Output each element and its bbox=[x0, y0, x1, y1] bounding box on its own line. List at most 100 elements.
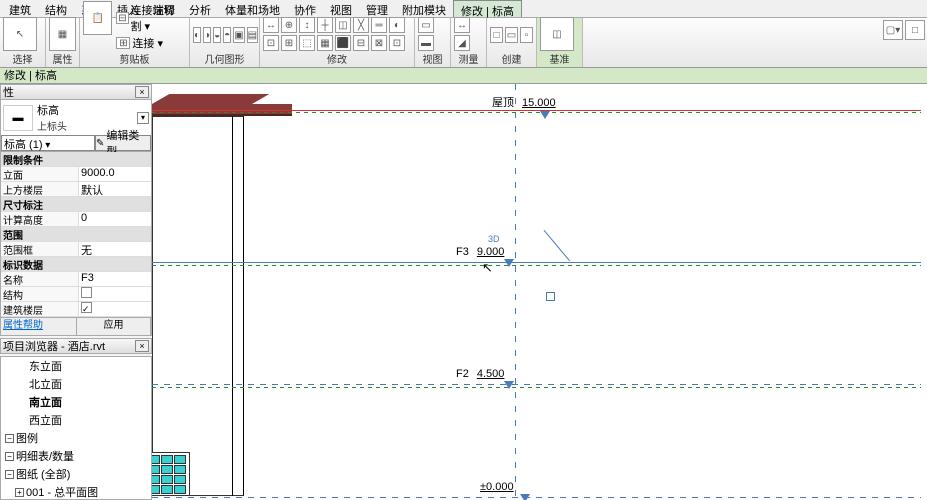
project-browser-header[interactable]: 项目浏览器 - 酒店.rvt × bbox=[0, 338, 152, 354]
ribbon-tool[interactable]: ╳ bbox=[353, 17, 369, 33]
ribbon-tool[interactable]: ⊟ bbox=[353, 35, 369, 51]
level-line[interactable] bbox=[152, 497, 921, 498]
ribbon-tool[interactable]: ◑ bbox=[203, 27, 211, 43]
ribbon-tool[interactable]: ↕ bbox=[299, 17, 315, 33]
ribbon-tool[interactable]: ⬚ bbox=[299, 35, 315, 51]
prop-value[interactable]: F3 bbox=[81, 272, 94, 284]
ribbon-group-label: 视图 bbox=[418, 51, 447, 66]
roof-slope[interactable] bbox=[152, 94, 269, 104]
ribbon-tool[interactable]: ⊡ bbox=[389, 35, 405, 51]
prop-key: 立面 bbox=[1, 167, 79, 181]
checkbox[interactable] bbox=[81, 302, 92, 313]
prop-value[interactable]: 0 bbox=[81, 212, 87, 224]
prop-value[interactable]: 无 bbox=[81, 245, 92, 256]
level-head[interactable]: ±0.000 bbox=[472, 481, 530, 500]
expand-icon[interactable]: + bbox=[15, 488, 24, 497]
wall-element[interactable] bbox=[152, 116, 244, 496]
ribbon: ↖ 选择 ▦ 属性 📋 ✂剪切 ▾ ⊟连接端切割 ▾ ⊞连接 ▾ 剪贴板 ◐◑◒… bbox=[0, 18, 927, 68]
level-name[interactable]: F3 bbox=[456, 246, 469, 258]
ribbon-tool[interactable]: ▭ bbox=[505, 27, 518, 43]
menu-item[interactable]: 视图 bbox=[323, 0, 359, 17]
level-marker-icon bbox=[520, 494, 530, 500]
ribbon-tool[interactable]: ▫ bbox=[520, 27, 533, 43]
menu-item[interactable]: 结构 bbox=[38, 0, 74, 17]
ribbon-tool[interactable]: ◓ bbox=[223, 27, 231, 43]
menu-item[interactable]: 建筑 bbox=[2, 0, 38, 17]
ribbon-tool[interactable]: ◒ bbox=[213, 27, 221, 43]
menu-item[interactable]: 附加模块 bbox=[395, 0, 453, 17]
level-name[interactable]: F2 bbox=[456, 368, 469, 380]
tree-item[interactable]: 北立面 bbox=[1, 375, 151, 393]
ribbon-tool[interactable]: ▦ bbox=[317, 35, 333, 51]
ribbon-tool[interactable]: □ bbox=[490, 27, 503, 43]
ribbon-tool[interactable]: ⬛ bbox=[335, 35, 351, 51]
ribbon-help-button[interactable]: □ bbox=[905, 20, 925, 40]
ribbon-tool[interactable]: ↔ bbox=[263, 17, 279, 33]
ribbon-tool[interactable]: ⊡ bbox=[263, 35, 279, 51]
level-head[interactable]: F2 4.500 bbox=[456, 368, 514, 392]
expand-icon[interactable]: − bbox=[5, 470, 14, 479]
ribbon-tool[interactable]: ◢ bbox=[454, 35, 470, 51]
prop-value[interactable]: 默认 bbox=[81, 185, 103, 196]
drawing-canvas[interactable]: 屋顶 15.000 F3 9.000 3D ↖ F2 4.500 ±0.000 bbox=[152, 84, 927, 500]
ribbon-tool[interactable]: ┼ bbox=[317, 17, 333, 33]
level-head[interactable]: 屋顶 15.000 bbox=[492, 94, 556, 122]
menu-item[interactable]: 体量和场地 bbox=[218, 0, 287, 17]
properties-help-link[interactable]: 属性帮助 bbox=[1, 318, 77, 335]
menu-item[interactable]: 分析 bbox=[182, 0, 218, 17]
ribbon-tool[interactable]: ▬ bbox=[418, 35, 434, 51]
ribbon-tool[interactable]: ⊞ bbox=[281, 35, 297, 51]
chevron-down-icon[interactable]: ▾ bbox=[137, 112, 149, 124]
cut-button[interactable]: ✂剪切 ▾ bbox=[114, 0, 186, 1]
ribbon-collapse-button[interactable]: ▢▾ bbox=[883, 20, 903, 40]
ribbon-tool[interactable]: ▭ bbox=[418, 17, 434, 33]
tree-item[interactable]: −图例 bbox=[1, 429, 151, 447]
project-browser-tree[interactable]: 东立面北立面南立面西立面−图例−明细表/数量−图纸 (全部)+001 - 总平面… bbox=[0, 356, 152, 500]
select-tool[interactable]: ↖ bbox=[3, 17, 37, 51]
left-panels: 性 × ▬ 标高 上标头 ▾ 标高 (1) ▾ ✎ 编辑类型 限制条件立面900… bbox=[0, 84, 152, 500]
menu-item[interactable]: 协作 bbox=[287, 0, 323, 17]
tree-item[interactable]: 西立面 bbox=[1, 411, 151, 429]
expand-icon[interactable]: − bbox=[5, 452, 14, 461]
ribbon-tool[interactable]: ⊠ bbox=[371, 35, 387, 51]
level-name[interactable]: 屋顶 bbox=[492, 97, 514, 109]
ribbon-tool[interactable]: ↔ bbox=[454, 17, 470, 33]
close-icon[interactable]: × bbox=[135, 86, 149, 98]
cursor-icon: ↖ bbox=[482, 260, 493, 276]
ribbon-tool[interactable]: ⊕ bbox=[281, 17, 297, 33]
level-line[interactable] bbox=[152, 384, 921, 385]
level-elevation[interactable]: 4.500 bbox=[477, 368, 505, 380]
apply-button[interactable]: 应用 bbox=[77, 318, 151, 335]
level-elevation[interactable]: 15.000 bbox=[522, 97, 556, 109]
ribbon-tool[interactable]: ◐ bbox=[389, 17, 405, 33]
tree-item[interactable]: 南立面 bbox=[1, 393, 151, 411]
ribbon-tool[interactable]: ▣ bbox=[233, 27, 244, 43]
close-icon[interactable]: × bbox=[135, 340, 149, 352]
menu-item[interactable]: 修改 | 标高 bbox=[453, 0, 522, 17]
ribbon-tool[interactable]: ▤ bbox=[247, 27, 258, 43]
propagate-extents-button[interactable]: ◫ bbox=[540, 17, 574, 51]
ribbon-tool[interactable]: ═ bbox=[371, 17, 387, 33]
drag-handle[interactable] bbox=[546, 292, 555, 301]
tree-item[interactable]: 东立面 bbox=[1, 357, 151, 375]
paste-button[interactable]: 📋 bbox=[83, 1, 112, 35]
tree-item[interactable]: −明细表/数量 bbox=[1, 447, 151, 465]
expand-icon[interactable]: − bbox=[5, 434, 14, 443]
join-cut-button[interactable]: ⊟连接端切割 ▾ bbox=[114, 2, 186, 34]
level-elevation[interactable]: ±0.000 bbox=[480, 481, 514, 493]
browser-title: 项目浏览器 - 酒店.rvt bbox=[3, 338, 105, 354]
level-elevation[interactable]: 9.000 bbox=[477, 246, 505, 258]
3d-badge[interactable]: 3D bbox=[488, 234, 500, 244]
menu-item[interactable]: 管理 bbox=[359, 0, 395, 17]
join-button[interactable]: ⊞连接 ▾ bbox=[114, 35, 186, 51]
properties-button[interactable]: ▦ bbox=[49, 17, 76, 51]
ribbon-tool[interactable]: ◐ bbox=[193, 27, 201, 43]
instance-filter[interactable]: 标高 (1) ▾ bbox=[1, 135, 95, 151]
tree-item[interactable]: +001 - 总平面图 bbox=[1, 483, 151, 500]
edit-type-button[interactable]: ✎ 编辑类型 bbox=[95, 135, 151, 151]
properties-panel-header[interactable]: 性 × bbox=[0, 84, 152, 100]
prop-value[interactable]: 9000.0 bbox=[81, 167, 115, 179]
tree-item[interactable]: −图纸 (全部) bbox=[1, 465, 151, 483]
ribbon-tool[interactable]: ◫ bbox=[335, 17, 351, 33]
checkbox[interactable] bbox=[81, 287, 92, 298]
